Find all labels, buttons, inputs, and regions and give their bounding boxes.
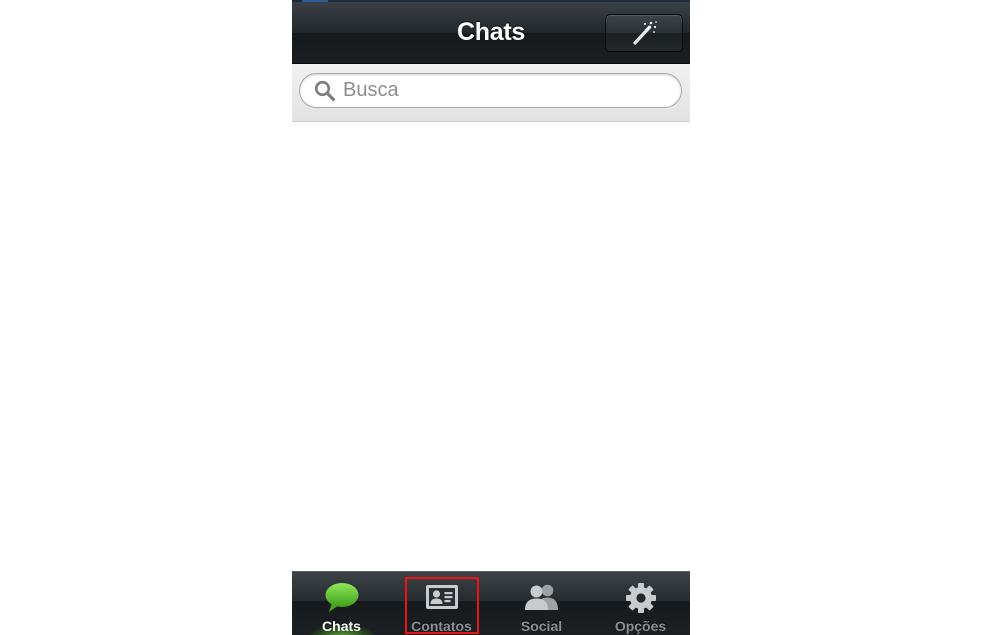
tab-options[interactable]: Opções bbox=[591, 572, 690, 635]
search-field[interactable] bbox=[299, 73, 682, 108]
tab-social-label: Social bbox=[520, 618, 563, 634]
search-icon bbox=[314, 80, 336, 102]
tab-chats[interactable]: Chats bbox=[292, 572, 391, 635]
tab-bar: Chats Contatos Social Opções bbox=[292, 571, 690, 635]
screenshot-stage: Chats Busca Chats Contatos Social Opções bbox=[0, 0, 984, 635]
chat-list bbox=[292, 122, 690, 571]
gear-icon bbox=[625, 583, 656, 613]
people-icon bbox=[524, 584, 558, 610]
magic-wand-icon bbox=[633, 21, 657, 45]
tab-social[interactable]: Social bbox=[492, 572, 591, 635]
chat-bubble-icon bbox=[325, 583, 358, 612]
search-bar bbox=[292, 64, 690, 122]
search-input[interactable] bbox=[343, 77, 663, 104]
tab-options-label: Opções bbox=[614, 618, 667, 634]
contact-card-icon bbox=[425, 585, 458, 609]
tab-chats-label: Chats bbox=[322, 618, 361, 634]
navigation-bar: Chats bbox=[292, 2, 690, 64]
tab-contacts-label: Contatos bbox=[411, 618, 472, 634]
magic-wand-button[interactable] bbox=[605, 14, 683, 52]
tab-contacts[interactable]: Contatos bbox=[392, 572, 491, 635]
phone-screen: Chats Busca Chats Contatos Social Opções bbox=[292, 0, 690, 635]
